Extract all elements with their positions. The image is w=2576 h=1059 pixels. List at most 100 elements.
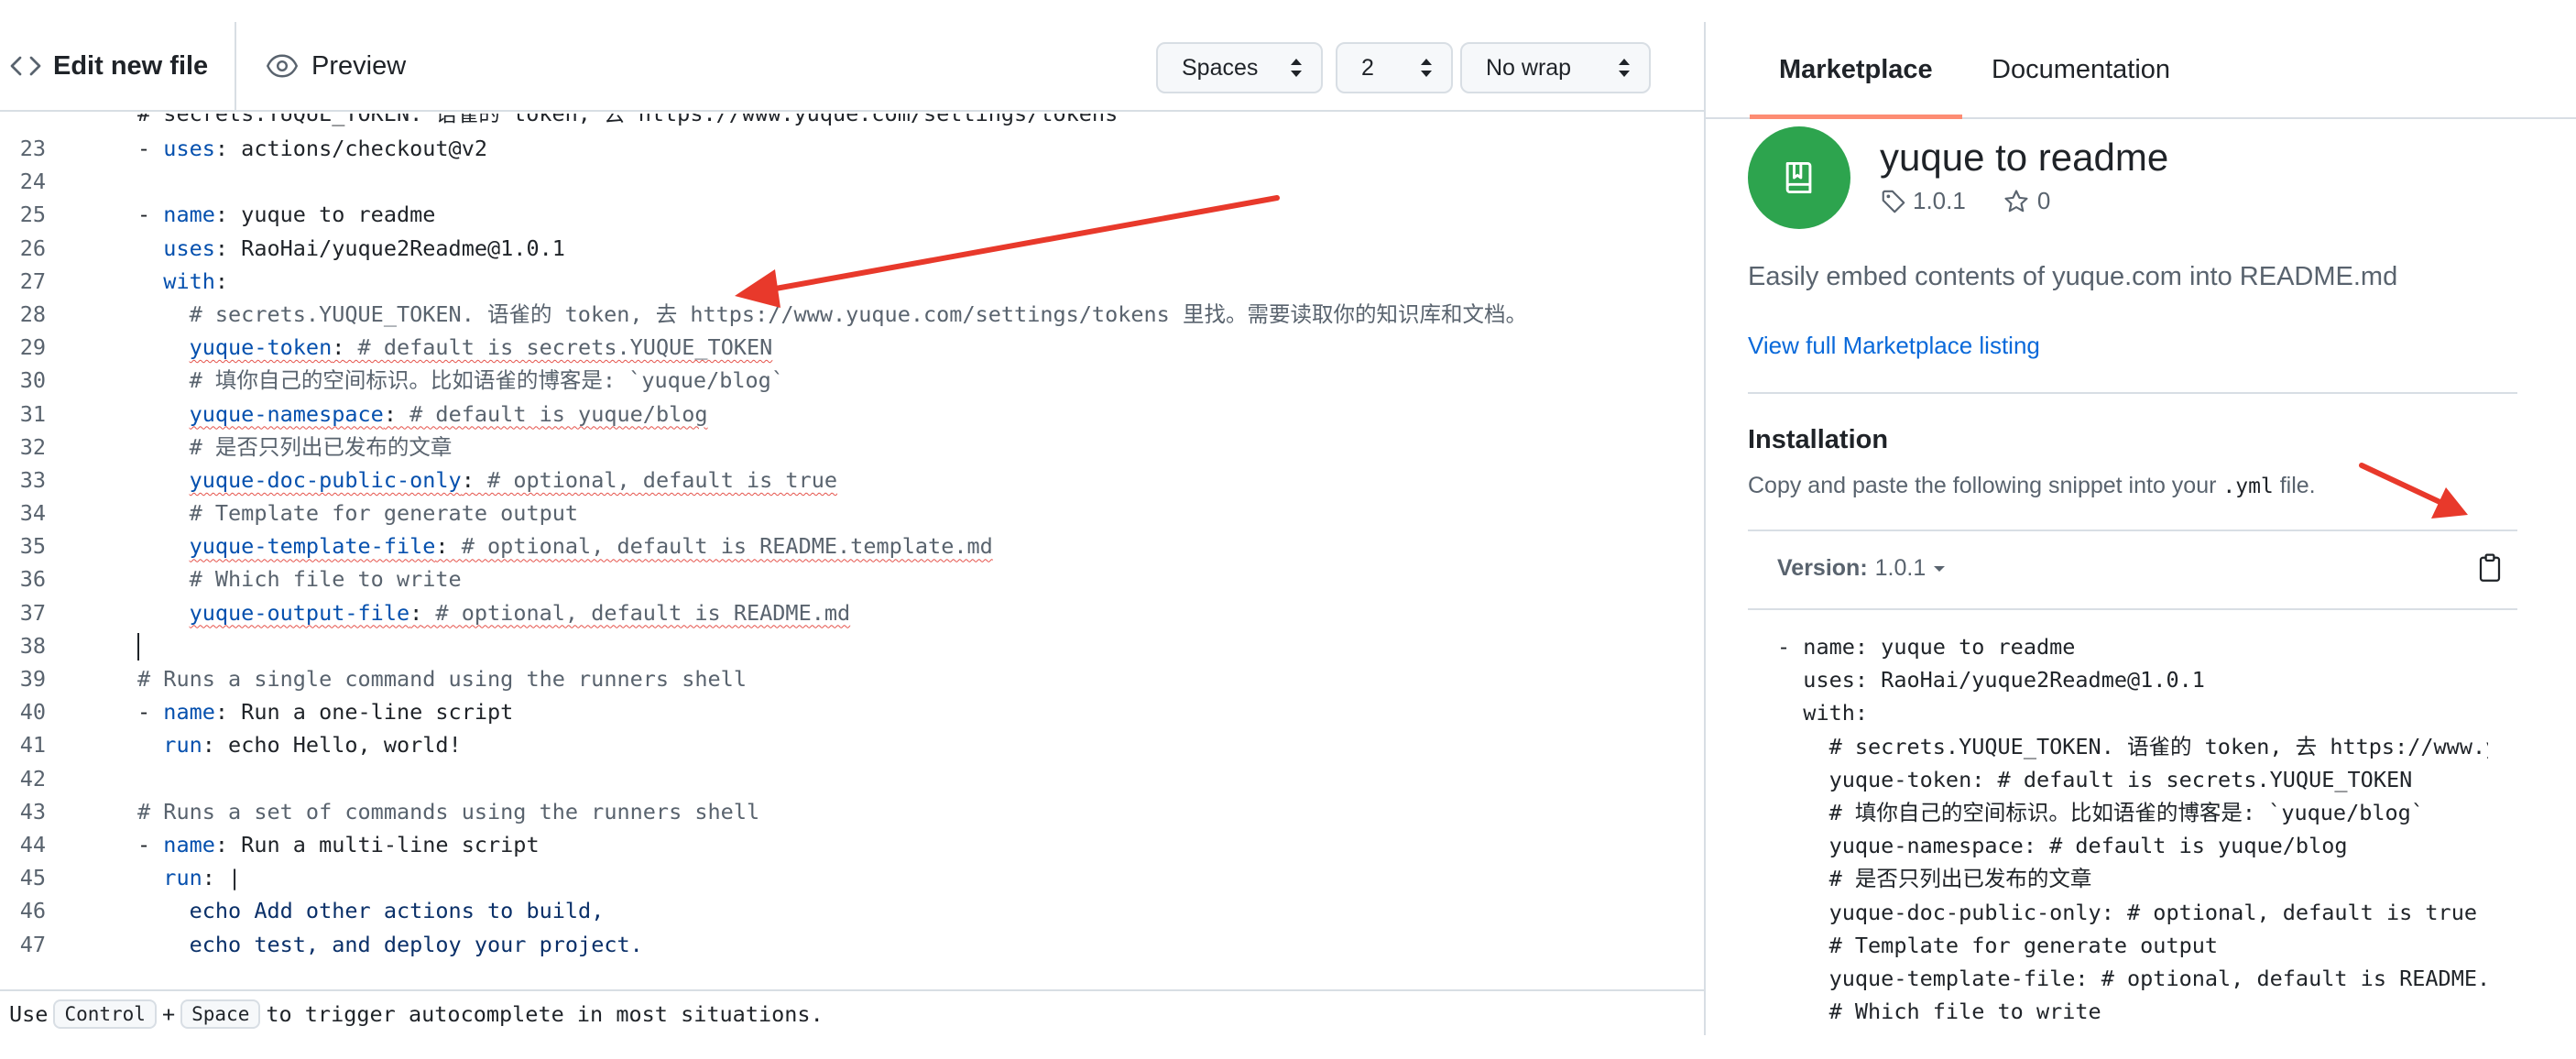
- space-key: Space: [180, 999, 261, 1029]
- line-number: 38: [19, 632, 46, 659]
- code-line[interactable]: 36 # Which file to write: [0, 562, 1704, 595]
- control-key: Control: [53, 999, 157, 1029]
- indent-mode-select[interactable]: Spaces: [1156, 42, 1323, 93]
- code-editor-area[interactable]: 23 - uses: actions/checkout@v2 24 25 - name:…: [0, 132, 1704, 989]
- line-number: 44: [19, 831, 46, 857]
- installation-snippet: Version: 1.0.1 - name: yuque to readme u…: [1748, 530, 2517, 1035]
- line-number: 24: [19, 169, 46, 195]
- divider: [1748, 392, 2517, 394]
- code-line[interactable]: 45 run: |: [0, 861, 1704, 894]
- code-icon: [10, 56, 41, 76]
- snippet-line: yuque-token: # default is secrets.YUQUE_…: [1777, 766, 2413, 792]
- code-line[interactable]: 25 - name: yuque to readme: [0, 198, 1704, 231]
- line-number: 25: [19, 202, 46, 228]
- action-stars: 0: [2036, 187, 2051, 214]
- star-icon: [2004, 189, 2028, 212]
- code-line[interactable]: 26 uses: RaoHai/yuque2Readme@1.0.1: [0, 232, 1704, 265]
- code-line[interactable]: 46 echo Add other actions to build,: [0, 894, 1704, 927]
- line-number: 23: [19, 136, 46, 161]
- code-line[interactable]: 47 echo test, and deploy your project.: [0, 928, 1704, 961]
- tab-preview[interactable]: Preview: [266, 22, 406, 110]
- wrap-mode-value: No wrap: [1486, 54, 1572, 81]
- code-line[interactable]: 44 - name: Run a multi-line script: [0, 828, 1704, 861]
- line-number: 39: [19, 666, 46, 692]
- eye-icon: [266, 54, 299, 78]
- hint-suffix: to trigger autocomplete in most situatio…: [266, 1001, 824, 1027]
- version-select[interactable]: Version: 1.0.1: [1777, 555, 1946, 582]
- hint-prefix: Use: [9, 1001, 49, 1027]
- line-number: 47: [19, 931, 46, 957]
- line-number: 30: [19, 367, 46, 394]
- line-content: - uses: actions/checkout@v2: [137, 136, 488, 161]
- code-line[interactable]: 42: [0, 762, 1704, 795]
- line-content: yuque-output-file: # optional, default i…: [189, 599, 851, 626]
- code-line[interactable]: 43 # Runs a set of commands using the run…: [0, 795, 1704, 828]
- line-content: yuque-doc-public-only: # optional, defau…: [189, 466, 838, 493]
- code-line[interactable]: 32 # 是否只列出已发布的文章: [0, 431, 1704, 464]
- line-number: 45: [19, 865, 46, 891]
- code-line[interactable]: 38: [0, 629, 1704, 662]
- code-line[interactable]: 33 yuque-doc-public-only: # optional, de…: [0, 464, 1704, 497]
- indent-size-select[interactable]: 2: [1336, 42, 1453, 93]
- line-content: yuque-template-file: # optional, default…: [189, 533, 993, 560]
- code-line[interactable]: 30 # 填你自己的空间标识。比如语雀的博客是: `yuque/blog`: [0, 364, 1704, 397]
- tag-icon: [1882, 190, 1905, 213]
- code-line[interactable]: 28 # secrets.YUQUE_TOKEN. 语雀的 token, 去 h…: [0, 298, 1704, 331]
- line-number: 31: [19, 400, 46, 427]
- copy-snippet-button[interactable]: [2472, 550, 2508, 586]
- line-content: - name: yuque to readme: [137, 202, 436, 228]
- snippet-line: # secrets.YUQUE_TOKEN. 语雀的 token, 去 http…: [1828, 733, 2488, 759]
- marketplace-sidebar: Marketplace Documentation yuque to readm…: [1706, 22, 2576, 1035]
- action-version: 1.0.1: [1913, 187, 1966, 214]
- line-content: uses: RaoHai/yuque2Readme@1.0.1: [163, 235, 565, 261]
- view-marketplace-listing-link[interactable]: View full Marketplace listing: [1748, 332, 2040, 360]
- snippet-line: yuque-namespace: # default is yuque/blog: [1777, 833, 2348, 859]
- snippet-line: # Template for generate output: [1777, 932, 2219, 958]
- tab-documentation[interactable]: Documentation: [1992, 22, 2170, 117]
- code-line[interactable]: 40 - name: Run a one-line script: [0, 695, 1704, 728]
- line-content: run: |: [163, 865, 242, 891]
- installation-heading: Installation: [1748, 425, 1889, 454]
- snippet-line: - name: yuque to readme: [1777, 634, 2076, 660]
- code-line[interactable]: 23 - uses: actions/checkout@v2: [0, 132, 1704, 165]
- code-line[interactable]: 37 yuque-output-file: # optional, defaul…: [0, 596, 1704, 629]
- action-description: Easily embed contents of yuque.com into …: [1748, 262, 2398, 291]
- code-line[interactable]: 34 # Template for generate output: [0, 497, 1704, 530]
- code-line[interactable]: 39 # Runs a single command using the runn…: [0, 662, 1704, 695]
- line-content: # Template for generate output: [189, 500, 579, 527]
- select-arrows-icon: [1421, 59, 1432, 77]
- line-number: 36: [19, 566, 46, 593]
- snippet-line: uses: RaoHai/yuque2Readme@1.0.1: [1777, 667, 2205, 693]
- tab-edit-label: Edit new file: [53, 50, 209, 81]
- tab-marketplace[interactable]: Marketplace: [1750, 22, 1962, 119]
- partially-visible-line: # secrets.YUQUE_TOKEN. 语雀的 token, 去 http…: [137, 114, 1119, 126]
- installation-instructions: Copy and paste the following snippet int…: [1748, 473, 2316, 498]
- code-line[interactable]: 35 yuque-template-file: # optional, defa…: [0, 530, 1704, 562]
- code-line[interactable]: 41 run: echo Hello, world!: [0, 728, 1704, 761]
- select-arrows-icon: [1291, 59, 1302, 77]
- code-line[interactable]: 24: [0, 165, 1704, 198]
- select-arrows-icon: [1619, 59, 1630, 77]
- line-content: - name: Run a one-line script: [137, 699, 514, 726]
- code-line[interactable]: 27 with:: [0, 265, 1704, 298]
- line-content: yuque-namespace: # default is yuque/blog: [189, 400, 708, 427]
- line-content: [137, 629, 139, 662]
- code-line[interactable]: 29 yuque-token: # default is secrets.YUQ…: [0, 331, 1704, 364]
- snippet-line: yuque-doc-public-only: # optional, defau…: [1777, 899, 2478, 925]
- line-number: 27: [19, 267, 46, 294]
- line-number: 28: [19, 300, 46, 327]
- line-number: 32: [19, 433, 46, 460]
- line-content: # Runs a set of commands using the runne…: [137, 798, 760, 824]
- tab-edit-new-file[interactable]: Edit new file: [0, 22, 236, 110]
- editor-footer-hint: Use Control + Space to trigger autocompl…: [0, 989, 1704, 1037]
- snippet-line: yuque-output-file: # optional, default i…: [1777, 1028, 2488, 1035]
- indent-mode-value: Spaces: [1182, 54, 1259, 81]
- code-line[interactable]: 31 yuque-namespace: # default is yuque/b…: [0, 398, 1704, 431]
- wrap-mode-select[interactable]: No wrap: [1460, 42, 1651, 93]
- line-number: 37: [19, 599, 46, 626]
- snippet-line: yuque-template-file: # optional, default…: [1828, 965, 2488, 991]
- snippet-line: # 是否只列出已发布的文章: [1777, 866, 2092, 892]
- top-border: [0, 0, 2576, 24]
- line-number: 35: [19, 533, 46, 560]
- snippet-line: # Which file to write: [1777, 999, 2101, 1025]
